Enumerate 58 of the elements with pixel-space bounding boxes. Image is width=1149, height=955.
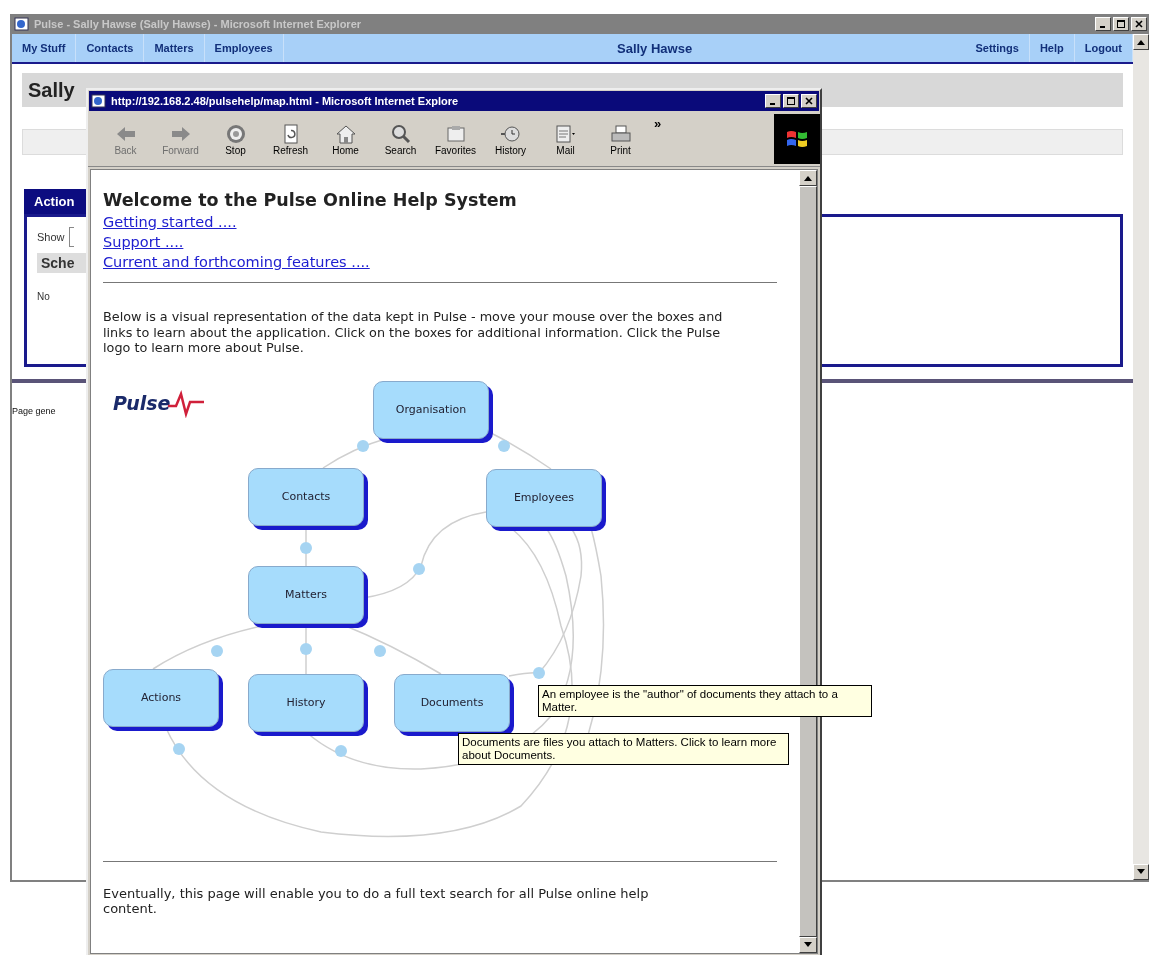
scroll-up-button[interactable] (799, 170, 817, 186)
mail-button[interactable]: Mail (538, 115, 593, 163)
show-select[interactable] (68, 227, 74, 247)
nav-link[interactable]: Employees (204, 34, 284, 62)
down-arrow-icon (804, 942, 812, 948)
maximize-button[interactable] (783, 94, 799, 108)
search-button[interactable]: Search (373, 115, 428, 163)
nav-link[interactable]: Matters (144, 34, 205, 62)
print-button[interactable]: Print (593, 115, 648, 163)
mail-icon (553, 122, 578, 145)
history-button[interactable]: History (483, 115, 538, 163)
down-arrow-icon (1137, 869, 1145, 875)
footer-paragraph: Eventually, this page will enable you to do a full text search for all Pulse online help content. (103, 885, 650, 916)
maximize-icon (787, 97, 795, 105)
empty-message: No (37, 291, 51, 302)
nav-link[interactable]: My Stuff (12, 34, 77, 62)
browser-icon (14, 16, 30, 32)
browser-icon (91, 93, 107, 109)
topic-link[interactable]: Getting started .... (103, 212, 237, 232)
page-heading: Welcome to the Pulse Online Help System (103, 190, 518, 210)
stop-button[interactable]: Stop (208, 115, 263, 163)
nav-link[interactable]: Contacts (76, 34, 145, 62)
scroll-down-button[interactable] (1133, 864, 1149, 880)
topic-link[interactable]: Support .... (103, 232, 184, 252)
minimize-button[interactable] (1095, 17, 1111, 31)
close-button[interactable] (1131, 17, 1147, 31)
windows-logo-icon (774, 114, 820, 164)
maximize-icon (1117, 20, 1125, 28)
window-title: Pulse - Sally Hawse (Sally Hawse) - Microsoft Internet Explorer (34, 18, 362, 30)
close-icon (805, 97, 813, 105)
more-tools-button[interactable]: » (654, 116, 662, 131)
topic-link[interactable]: Current and forthcoming features .... (103, 252, 370, 272)
close-icon (1135, 20, 1143, 28)
home-button[interactable]: Home (318, 115, 373, 163)
window-title: http://192.168.2.48/pulsehelp/map.html - Microsoft Internet Explore (111, 95, 459, 107)
user-name: Sally Hawse (616, 40, 694, 56)
footer-text: Page gene (12, 406, 56, 416)
up-arrow-icon (804, 175, 812, 181)
tooltip: Documents are files you attach to Matters. Click to learn more about Documents. (458, 733, 789, 765)
maximize-button[interactable] (1113, 17, 1129, 31)
column-title: Sche (41, 255, 75, 271)
panel-title: Action (34, 194, 75, 209)
minimize-button[interactable] (765, 94, 781, 108)
close-button[interactable] (801, 94, 817, 108)
nav-link[interactable]: Settings (965, 34, 1030, 62)
scroll-up-button[interactable] (1133, 34, 1149, 50)
printer-icon (608, 122, 633, 145)
scroll-down-button[interactable] (799, 937, 817, 953)
up-arrow-icon (1137, 39, 1145, 45)
refresh-button[interactable]: Refresh (263, 115, 318, 163)
show-label: Show (37, 231, 65, 243)
pulse-logo[interactable]: Pulse (113, 387, 205, 418)
tooltip: An employee is the "author" of documents they attach to a Matter. (538, 685, 872, 717)
intro-paragraph: Below is a visual representation of the data kept in Pulse - move your mouse over the boxes and links to learn about the application. Click on the boxes for additional information. Click the Pulse logo to learn more about Pulse. (103, 309, 724, 356)
scrollbar[interactable] (1133, 34, 1149, 880)
page-heading: Sally (28, 78, 75, 102)
favorites-button[interactable]: Favorites (428, 115, 483, 163)
nav-link[interactable]: Help (1029, 34, 1075, 62)
